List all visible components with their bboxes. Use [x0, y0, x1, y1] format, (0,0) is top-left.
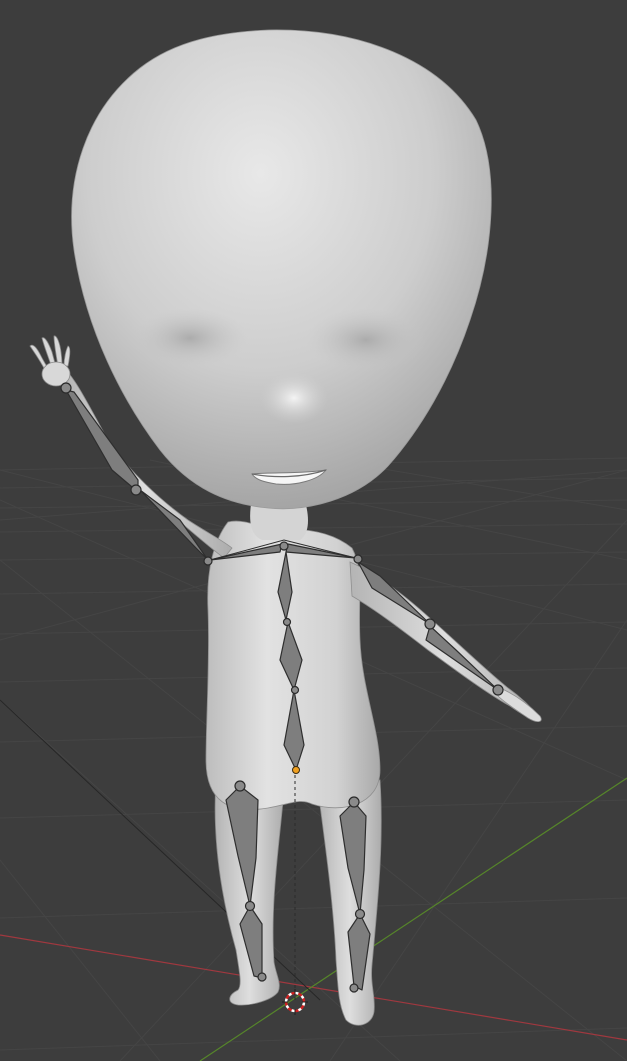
joint-hip-left	[234, 780, 246, 792]
bone-forearm-left	[65, 389, 139, 493]
joint-ankle-left	[257, 972, 267, 982]
joint-elbow-right	[424, 618, 436, 630]
3d-viewport[interactable]	[0, 0, 627, 1061]
joint-ankle-right	[349, 983, 359, 993]
joint-spine-1	[282, 617, 292, 627]
joint-hip-right	[348, 796, 360, 808]
joint-shoulder-left	[203, 556, 213, 566]
joint-wrist-right	[492, 684, 504, 696]
joint-wrist-left	[60, 382, 72, 394]
character-mesh[interactable]	[29, 29, 542, 1026]
raised-hand	[29, 335, 71, 387]
joint-neck	[279, 541, 289, 551]
bone-upperarm-left	[139, 489, 209, 561]
joint-elbow-left	[130, 484, 142, 496]
x-axis-line	[0, 934, 627, 1041]
joint-knee-left	[244, 900, 256, 912]
bone-forearm-right	[425, 625, 499, 691]
3d-cursor-icon[interactable]	[282, 989, 308, 1015]
object-origin-dot[interactable]	[292, 766, 300, 774]
joint-shoulder-right	[353, 554, 363, 564]
joint-spine-2	[290, 685, 300, 695]
joint-knee-right	[354, 908, 366, 920]
